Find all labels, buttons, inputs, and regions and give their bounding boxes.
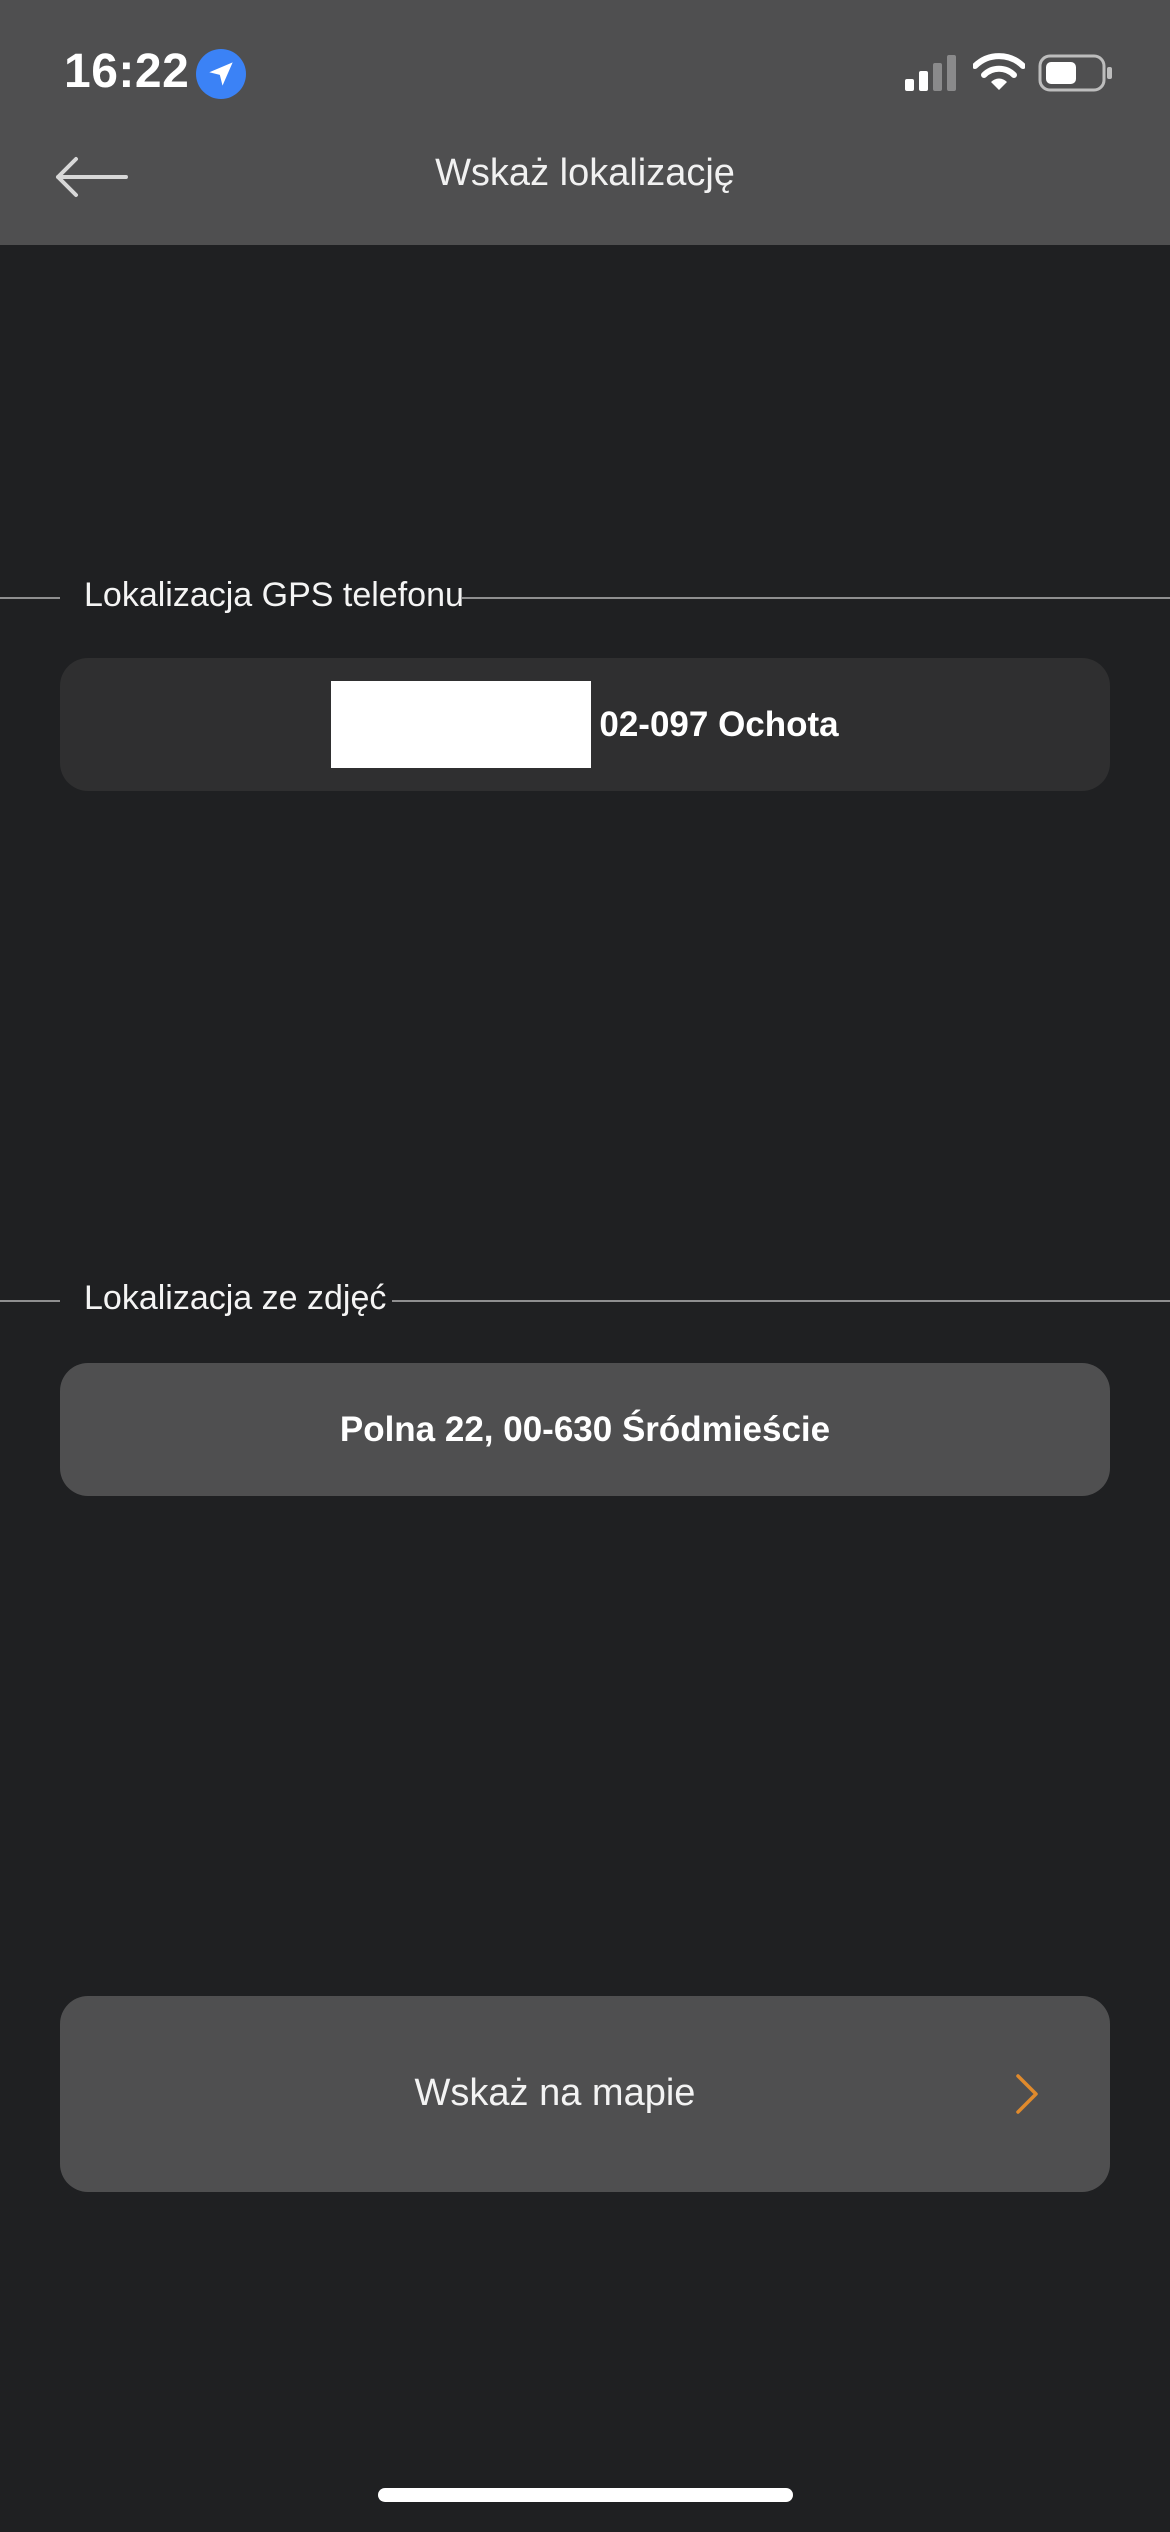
gps-address-card[interactable]: 02-097 Ochota	[60, 658, 1110, 791]
section-divider	[0, 597, 60, 599]
location-arrow-icon	[196, 49, 246, 99]
top-bar: 16:22 Wskaż lokalizację	[0, 0, 1170, 245]
chevron-right-icon	[1014, 2072, 1040, 2121]
gps-address-text: 02-097 Ochota	[599, 704, 839, 744]
section-divider	[0, 1300, 60, 1302]
gps-section-label: Lokalizacja GPS telefonu	[84, 576, 464, 614]
status-time: 16:22	[64, 45, 190, 98]
show-on-map-label: Wskaż na mapie	[414, 2072, 696, 2114]
page-title: Wskaż lokalizację	[435, 152, 735, 194]
redacted-block	[331, 681, 592, 768]
wifi-icon	[972, 52, 1026, 97]
photo-address-text: Polna 22, 00-630 Śródmieście	[339, 1409, 831, 1449]
cellular-signal-icon	[905, 55, 957, 96]
home-indicator	[378, 2488, 793, 2502]
photo-address-card[interactable]: Polna 22, 00-630 Śródmieście	[60, 1363, 1110, 1496]
battery-icon	[1038, 54, 1114, 99]
photo-section-label: Lokalizacja ze zdjęć	[84, 1279, 387, 1317]
show-on-map-button[interactable]: Wskaż na mapie	[60, 1996, 1110, 2192]
section-divider	[392, 1300, 1170, 1302]
section-divider	[462, 597, 1170, 599]
